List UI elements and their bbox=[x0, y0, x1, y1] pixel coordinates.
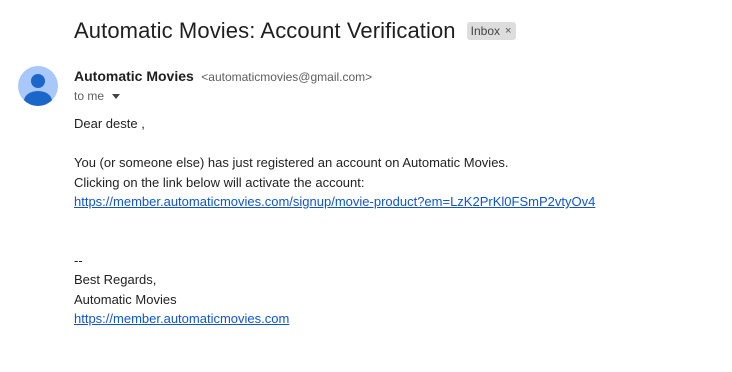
sender-avatar[interactable] bbox=[18, 66, 58, 106]
sender-email: <automaticmovies@gmail.com> bbox=[201, 70, 373, 84]
person-icon bbox=[24, 74, 52, 106]
signature-name: Automatic Movies bbox=[74, 291, 177, 307]
remove-label-icon[interactable]: × bbox=[505, 24, 511, 38]
signature-link[interactable]: https://member.automaticmovies.com bbox=[74, 311, 289, 326]
body-line-2: Clicking on the link below will activate… bbox=[74, 174, 365, 190]
body-line-1: You (or someone else) has just registere… bbox=[74, 155, 509, 170]
inbox-label-chip[interactable]: Inbox × bbox=[466, 22, 517, 40]
caret-down-icon[interactable] bbox=[112, 93, 121, 99]
signature-regards: Best Regards, bbox=[74, 272, 157, 287]
recipient-line: to me bbox=[74, 88, 121, 104]
recipient-text: to me bbox=[74, 89, 105, 103]
greeting: Dear deste , bbox=[74, 116, 145, 131]
activation-link[interactable]: https://member.automaticmovies.com/signu… bbox=[74, 194, 595, 209]
email-subject: Automatic Movies: Account Verification bbox=[74, 18, 456, 43]
sender-name[interactable]: Automatic Movies bbox=[74, 68, 194, 84]
email-view: Automatic Movies: Account Verification I… bbox=[0, 0, 732, 372]
signature-separator: -- bbox=[74, 252, 83, 268]
sender-line: Automatic Movies <automaticmovies@gmail.… bbox=[74, 67, 372, 86]
subject-row: Automatic Movies: Account Verification I… bbox=[74, 16, 517, 46]
email-body: Dear deste , You (or someone else) has j… bbox=[74, 114, 714, 329]
label-chip-text: Inbox bbox=[470, 24, 501, 38]
